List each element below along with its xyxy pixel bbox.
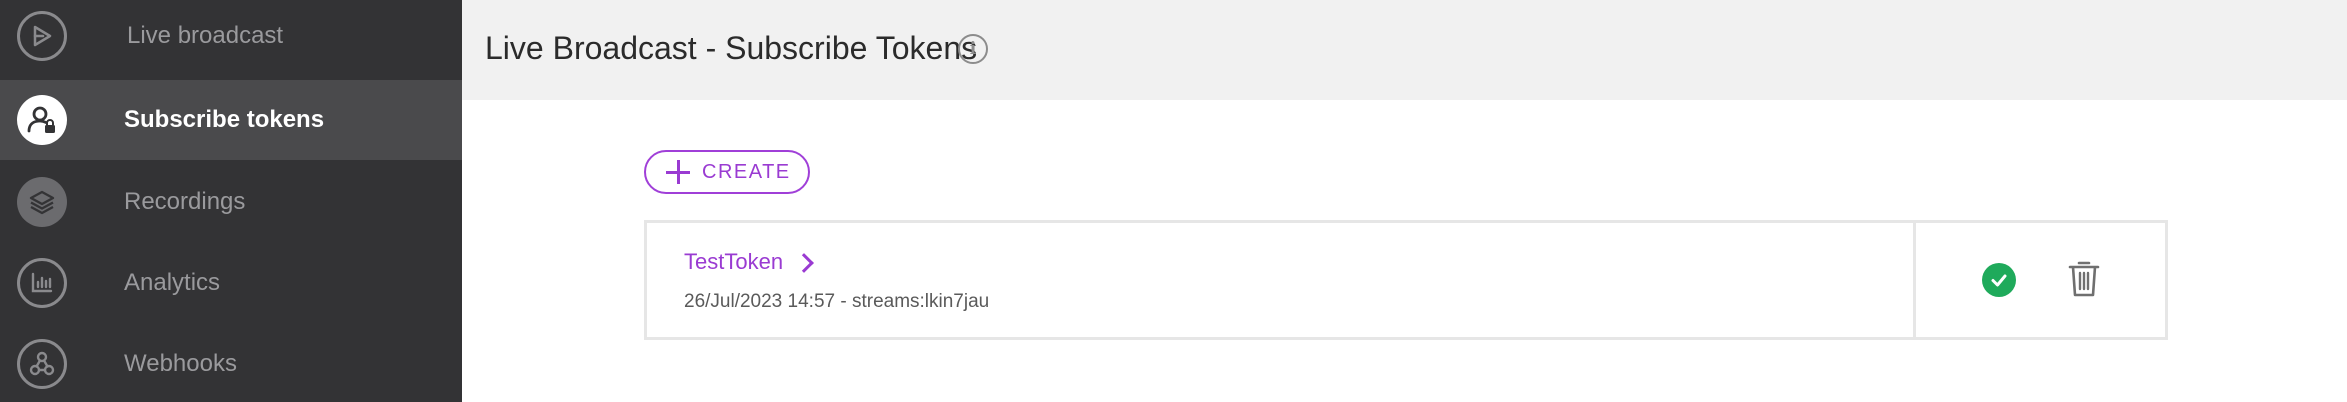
sidebar-item-webhooks[interactable]: Webhooks <box>0 324 462 402</box>
analytics-icon <box>17 258 67 308</box>
token-card: TestToken 26/Jul/2023 14:57 - streams:lk… <box>644 220 2168 340</box>
token-name: TestToken <box>684 249 784 274</box>
sidebar-item-recordings[interactable]: Recordings <box>0 162 462 242</box>
sidebar-item-live-broadcast[interactable]: Live broadcast <box>0 0 462 76</box>
sidebar-item-subscribe-tokens[interactable]: Subscribe tokens <box>0 80 462 160</box>
main-content: Live Broadcast - Subscribe Tokens i CREA… <box>462 0 2347 402</box>
sidebar-item-label: Recordings <box>124 188 246 215</box>
sidebar: Live broadcast Subscribe tokens Recordin… <box>0 0 462 402</box>
plus-icon <box>666 160 690 184</box>
app-root: Live broadcast Subscribe tokens Recordin… <box>0 0 2347 402</box>
live-broadcast-icon <box>17 11 67 61</box>
sidebar-item-label: Live broadcast <box>127 22 284 49</box>
check-circle-icon <box>1982 263 2016 297</box>
sidebar-item-label: Subscribe tokens <box>124 106 325 133</box>
chevron-right-icon <box>794 253 814 273</box>
info-icon[interactable]: i <box>958 34 988 64</box>
token-meta: 26/Jul/2023 14:57 - streams:lkin7jau <box>684 291 990 312</box>
sidebar-item-analytics[interactable]: Analytics <box>0 243 462 323</box>
layers-icon <box>17 177 67 227</box>
card-divider <box>1913 223 1916 337</box>
sidebar-item-label: Analytics <box>124 269 221 296</box>
user-lock-icon <box>17 95 67 145</box>
create-button-label: CREATE <box>702 160 791 183</box>
sidebar-item-label: Webhooks <box>124 350 237 377</box>
page-title: Live Broadcast - Subscribe Tokens <box>485 30 978 66</box>
token-name-link[interactable]: TestToken <box>684 249 814 275</box>
page-header: Live Broadcast - Subscribe Tokens i <box>462 0 2347 100</box>
trash-icon[interactable] <box>2067 259 2101 299</box>
webhooks-icon <box>17 339 67 389</box>
create-button[interactable]: CREATE <box>644 150 810 194</box>
